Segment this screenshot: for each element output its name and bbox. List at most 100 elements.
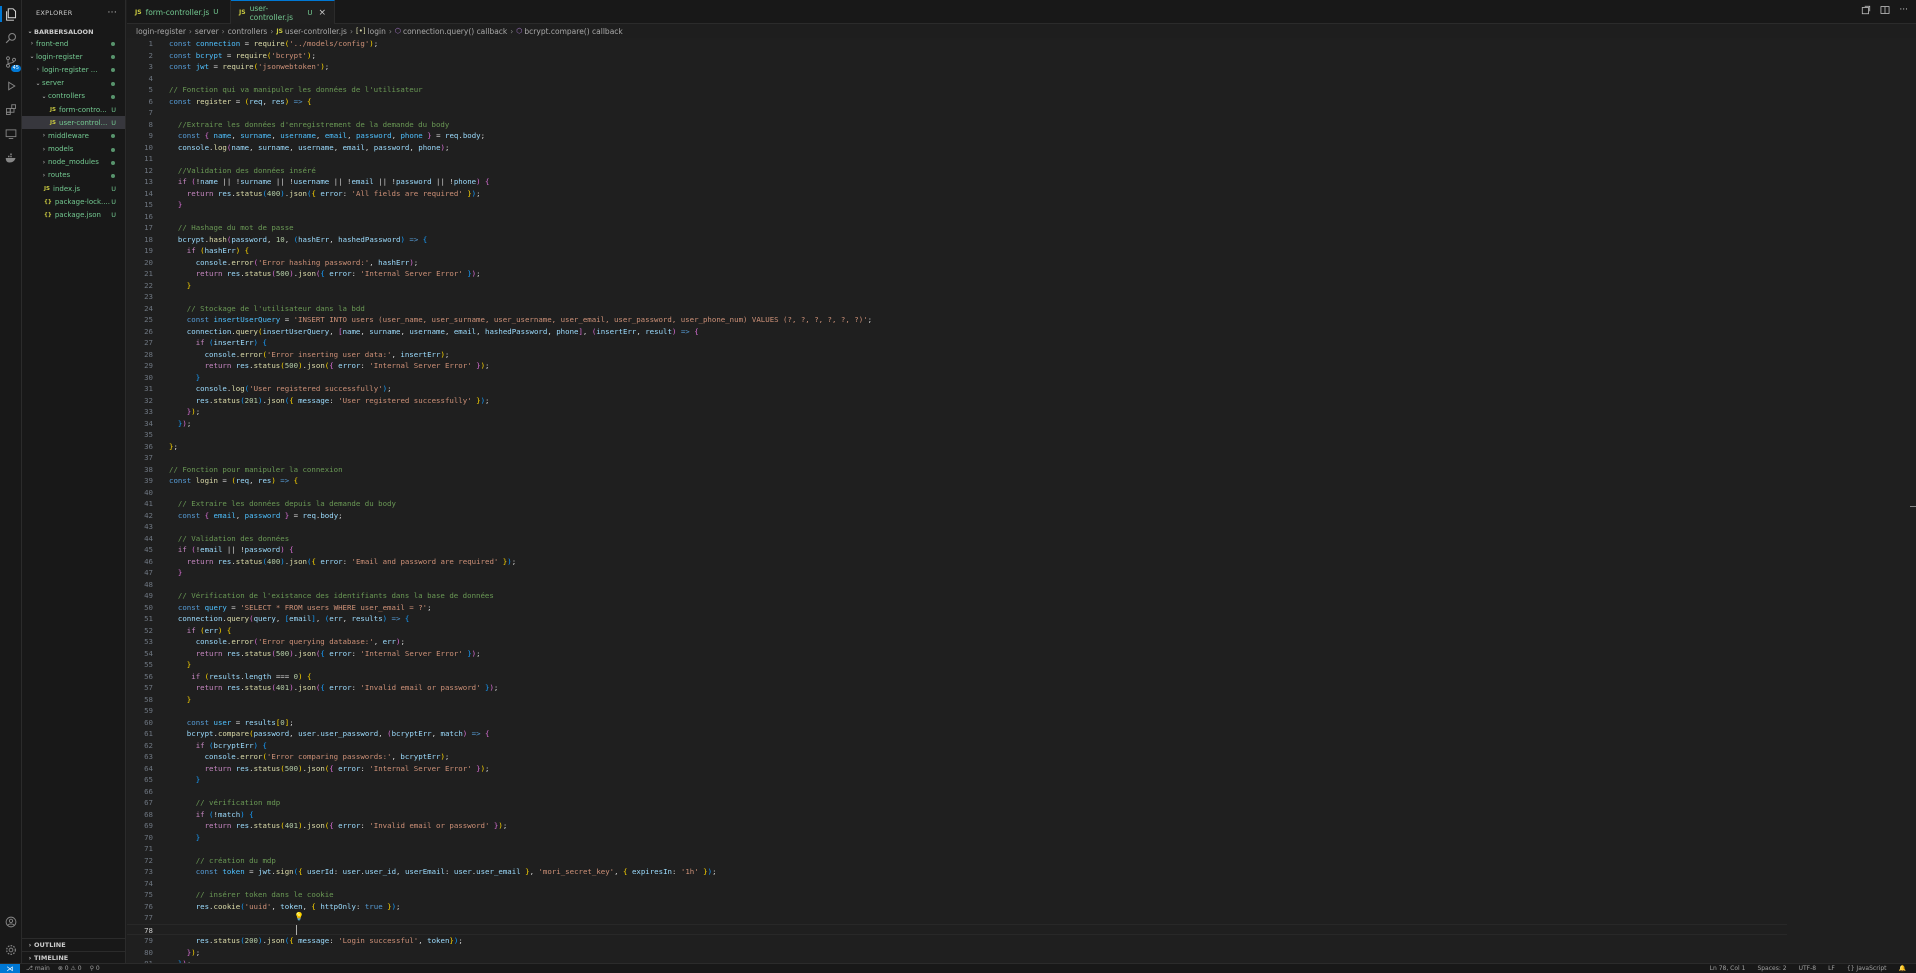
code-line[interactable]: 43 [127,521,1787,533]
code-line[interactable]: 8 //Extraire les données d'enregistremen… [127,119,1787,131]
code-line[interactable]: 24 // Stockage de l'utilisateur dans la … [127,303,1787,315]
code-line[interactable]: 41 // Extraire les données depuis la dem… [127,498,1787,510]
code-line[interactable]: 48 [127,579,1787,591]
breadcrumb-item[interactable]: server [195,27,219,36]
tree-item[interactable]: › front-end [22,37,125,50]
code-line[interactable]: 19 if (hashErr) { [127,245,1787,257]
code-line[interactable]: 40 [127,487,1787,499]
code-line[interactable]: 78 [127,923,1787,935]
code-line[interactable]: 9 const { name, surname, username, email… [127,130,1787,142]
problems-indicator[interactable]: ⊗ 0 ⚠ 0 [58,965,82,972]
tree-item[interactable]: › node_modules [22,156,125,169]
code-line[interactable]: 53 console.error('Error querying databas… [127,636,1787,648]
code-line[interactable]: 57 return res.status(401).json({ error: … [127,682,1787,694]
outline-section[interactable]: › OUTLINE [22,938,126,951]
more-actions-icon[interactable]: ··· [1899,5,1908,18]
breadcrumb-item[interactable]: bcrypt.compare() callback [524,27,622,36]
code-line[interactable]: 69 return res.status(401).json({ error: … [127,820,1787,832]
code-line[interactable]: 45 if (!email || !password) { [127,544,1787,556]
tree-item[interactable]: JS form-contro... U [22,103,125,116]
explorer-icon[interactable] [0,6,19,22]
code-line[interactable]: 26 connection.query(insertUserQuery, [na… [127,326,1787,338]
indentation[interactable]: Spaces: 2 [1757,965,1786,972]
search-icon[interactable] [3,30,19,46]
account-icon[interactable] [3,914,19,930]
code-line[interactable]: 20 console.error('Error hashing password… [127,257,1787,269]
code-line[interactable]: 59 [127,705,1787,717]
tree-item[interactable]: › models [22,143,125,156]
notifications-bell-icon[interactable]: 🔔 [1899,965,1906,972]
code-line[interactable]: 2 const bcrypt = require('bcrypt'); [127,50,1787,62]
tree-item[interactable]: › login-register ... [22,63,125,76]
code-line[interactable]: 31 console.log('User registered successf… [127,383,1787,395]
code-line[interactable]: 3 const jwt = require('jsonwebtoken'); [127,61,1787,73]
lightbulb-icon[interactable]: 💡 [294,912,304,921]
tree-item[interactable]: › routes [22,169,125,182]
settings-gear-icon[interactable] [3,942,19,958]
code-line[interactable]: 76 res.cookie('uuid', token, { httpOnly:… [127,901,1787,913]
code-line[interactable]: 39 const login = (req, res) => { [127,475,1787,487]
tree-item[interactable]: JS index.js U [22,182,125,195]
code-line[interactable]: 52 if (err) { [127,625,1787,637]
cursor-position[interactable]: Ln 78, Col 1 [1710,965,1746,972]
code-line[interactable]: 14 return res.status(400).json({ error: … [127,188,1787,200]
code-line[interactable]: 56 if (results.length === 0) { [127,671,1787,683]
code-line[interactable]: 72 // création du mdp [127,855,1787,867]
code-line[interactable]: 11 [127,153,1787,165]
code-editor[interactable]: 1 const connection = require('../models/c… [127,38,1916,963]
code-line[interactable]: 70 } [127,832,1787,844]
code-line[interactable]: 67 // vérification mdp [127,797,1787,809]
language-mode[interactable]: {} JavaScript [1847,965,1887,972]
code-line[interactable]: 33 }); [127,406,1787,418]
more-actions-icon[interactable]: ··· [108,8,117,18]
code-line[interactable]: 75 // insérer token dans le cookie [127,889,1787,901]
remote-indicator-icon[interactable]: ⋊ [0,963,20,973]
tree-item[interactable]: ⌄ server [22,77,125,90]
ports-indicator[interactable]: ⚲ 0 [90,965,100,972]
code-line[interactable]: 13 if (!name || !surname || !username ||… [127,176,1787,188]
tree-item[interactable]: ⌄ controllers [22,90,125,103]
code-line[interactable]: 49 // Vérification de l'existance des id… [127,590,1787,602]
code-line[interactable]: 28 console.error('Error inserting user d… [127,349,1787,361]
code-line[interactable]: 27 if (insertErr) { [127,337,1787,349]
code-line[interactable]: 63 console.error('Error comparing passwo… [127,751,1787,763]
end-of-line[interactable]: LF [1828,965,1835,972]
code-line[interactable]: 17 // Hashage du mot de passe [127,222,1787,234]
code-line[interactable]: 12 //Validation des données inséré [127,165,1787,177]
code-line[interactable]: 65 } [127,774,1787,786]
code-line[interactable]: 42 const { email, password } = req.body; [127,510,1787,522]
code-line[interactable]: 32 res.status(201).json({ message: 'User… [127,395,1787,407]
code-line[interactable]: 62 if (bcryptErr) { [127,740,1787,752]
code-line[interactable]: 5 // Fonction qui va manipuler les donnée… [127,84,1787,96]
code-line[interactable]: 1 const connection = require('../models/c… [127,38,1787,50]
code-line[interactable]: 10 console.log(name, surname, username, … [127,142,1787,154]
branch-indicator[interactable]: ⎇ main [26,965,50,972]
code-line[interactable]: 77 [127,912,1787,924]
source-control-icon[interactable]: 45 [3,54,21,72]
code-line[interactable]: 38 // Fonction pour manipuler la connexio… [127,464,1787,476]
code-line[interactable]: 15 } [127,199,1787,211]
code-line[interactable]: 68 if (!match) { [127,809,1787,821]
code-line[interactable]: 71 [127,843,1787,855]
code-line[interactable]: 22 } [127,280,1787,292]
code-line[interactable]: 29 return res.status(500).json({ error: … [127,360,1787,372]
code-line[interactable]: 66 [127,786,1787,798]
code-line[interactable]: 55 } [127,659,1787,671]
tree-item[interactable]: {} package-lock.... U [22,195,125,208]
breadcrumb-item[interactable]: login [368,27,386,36]
code-line[interactable]: 74 [127,878,1787,890]
code-line[interactable]: 80 }); [127,947,1787,959]
docker-icon[interactable] [3,150,19,166]
encoding[interactable]: UTF-8 [1799,965,1817,972]
code-line[interactable]: 18 bcrypt.hash(password, 10, (hashErr, h… [127,234,1787,246]
code-line[interactable]: 64 return res.status(500).json({ error: … [127,763,1787,775]
tab-user-controller[interactable]: JS user-controller.js U × [231,0,335,24]
code-line[interactable]: 23 [127,291,1787,303]
code-line[interactable]: 50 const query = 'SELECT * FROM users WH… [127,602,1787,614]
tree-item[interactable]: ⌄ login-register [22,50,125,63]
code-line[interactable]: 25 const insertUserQuery = 'INSERT INTO … [127,314,1787,326]
close-icon[interactable]: × [318,8,326,18]
breadcrumb-item[interactable]: controllers [228,27,268,36]
code-line[interactable]: 16 [127,211,1787,223]
run-debug-icon[interactable] [3,78,19,94]
